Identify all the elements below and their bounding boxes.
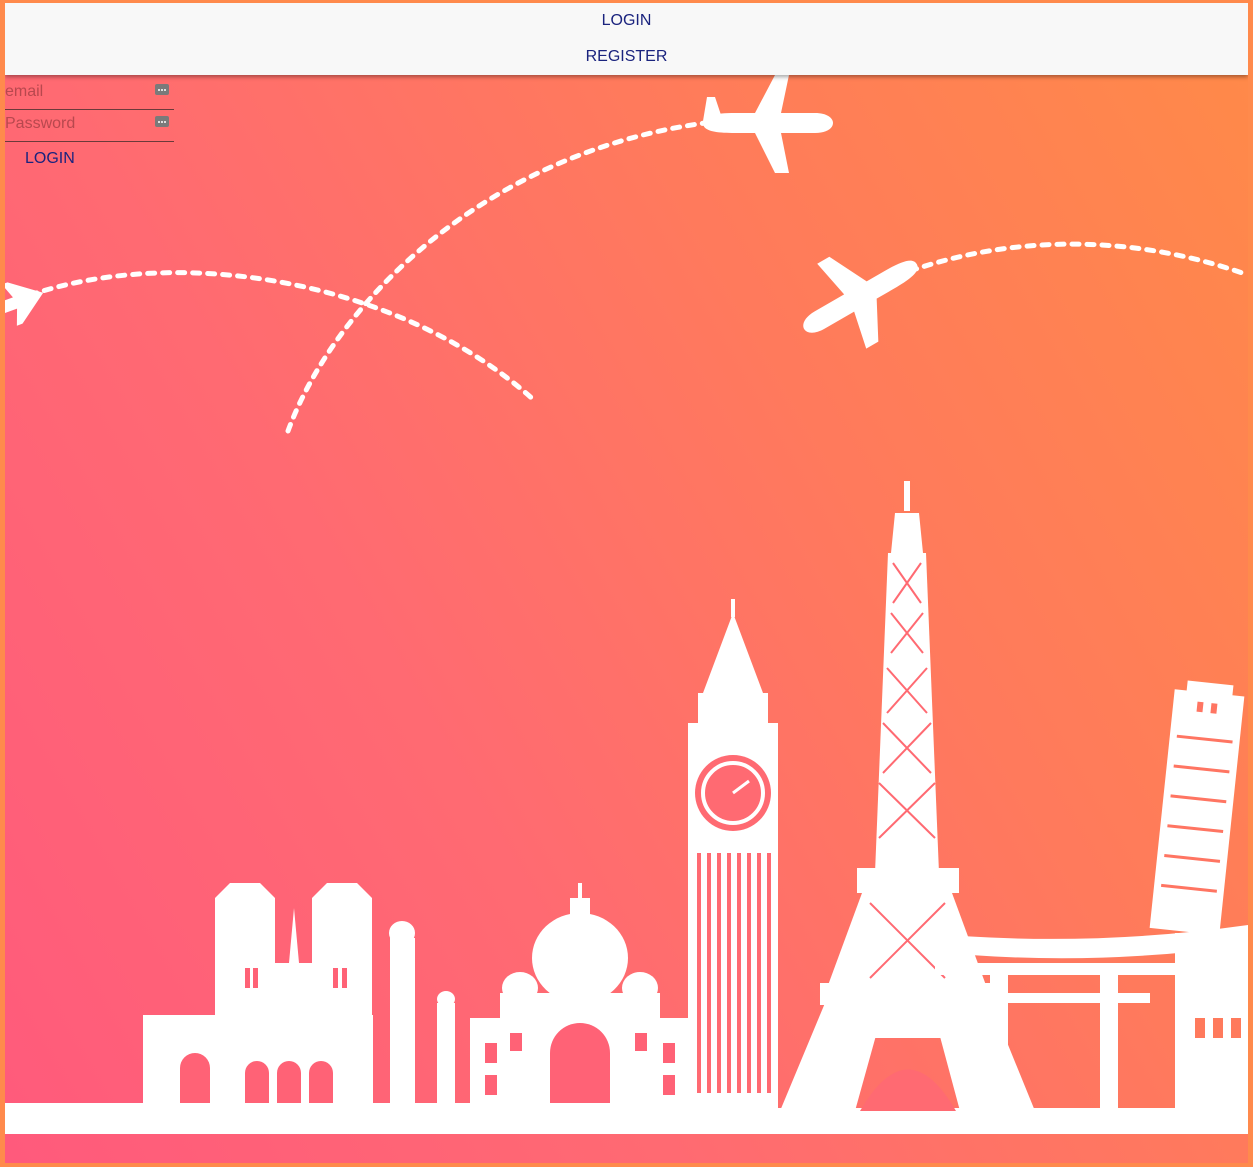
taj-mahal bbox=[470, 883, 690, 1108]
nav-register-link[interactable]: REGISTER bbox=[586, 39, 668, 75]
password-manager-key-icon[interactable] bbox=[155, 116, 169, 127]
notre-dame bbox=[143, 883, 373, 1110]
email-input[interactable] bbox=[5, 78, 155, 106]
login-button[interactable]: LOGIN bbox=[25, 150, 75, 168]
password-field-container bbox=[5, 110, 174, 142]
airplane-icon bbox=[703, 75, 833, 173]
flight-path-1 bbox=[285, 120, 708, 434]
city-skyline bbox=[5, 481, 1248, 1134]
password-manager-key-icon[interactable] bbox=[155, 84, 169, 95]
page-background: LOGIN REGISTER LOGIN bbox=[5, 3, 1248, 1163]
nav-login-link[interactable]: LOGIN bbox=[602, 3, 652, 39]
flight-path-3 bbox=[907, 241, 1248, 278]
airplane-icon bbox=[803, 256, 918, 349]
flight-path-2 bbox=[27, 270, 538, 404]
leaning-tower-pisa bbox=[1149, 680, 1245, 936]
login-form: LOGIN bbox=[5, 78, 174, 168]
travel-illustration bbox=[5, 75, 1248, 1134]
big-ben bbox=[688, 599, 778, 1108]
email-field-container bbox=[5, 78, 174, 110]
airplane-icon bbox=[5, 282, 44, 326]
top-navigation: LOGIN REGISTER bbox=[5, 3, 1248, 75]
password-input[interactable] bbox=[5, 110, 155, 138]
